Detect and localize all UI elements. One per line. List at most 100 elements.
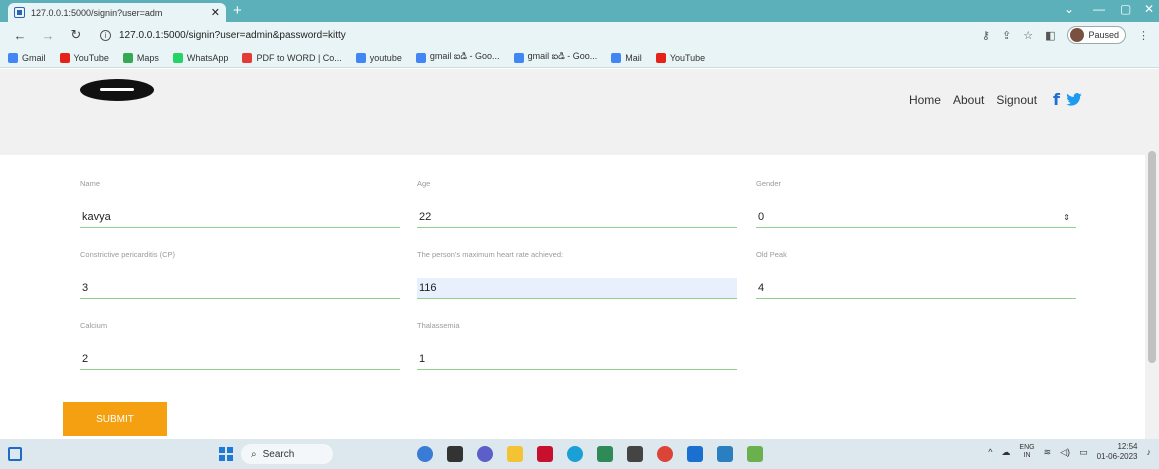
scrollbar-thumb[interactable] <box>1148 151 1156 363</box>
forward-icon[interactable]: → <box>40 28 56 43</box>
bookmark-star-icon[interactable]: ☆ <box>1023 29 1033 42</box>
cp-input[interactable]: 3 <box>80 278 400 299</box>
select-arrows-icon[interactable]: ⇕ <box>1063 213 1070 222</box>
chat-app-icon[interactable] <box>477 446 493 462</box>
clock[interactable]: 12:54 01-06-2023 <box>1097 442 1138 462</box>
volume-icon[interactable]: ◁) <box>1060 447 1070 458</box>
back-icon[interactable]: ← <box>12 28 28 43</box>
gender-label: Gender <box>756 179 782 188</box>
menu-kebab-icon[interactable]: ⋮ <box>1138 29 1149 42</box>
minimize-icon[interactable]: — <box>1093 2 1105 16</box>
submit-button[interactable]: SUBMIT <box>63 402 167 436</box>
mail-app-icon[interactable] <box>687 446 703 462</box>
cp-label: Constrictive pericarditis (CP) <box>80 250 176 259</box>
profile-button[interactable]: Paused <box>1067 26 1126 44</box>
twitter-icon[interactable] <box>1065 92 1083 107</box>
camera-app-icon[interactable] <box>597 446 613 462</box>
age-input[interactable]: 22 <box>417 207 737 228</box>
avatar <box>1070 28 1085 42</box>
widgets-icon[interactable] <box>8 447 22 461</box>
browser-tab[interactable]: 127.0.0.1:5000/signin?user=adm ✕ <box>8 3 226 22</box>
side-panel-icon[interactable]: ◧ <box>1045 29 1055 42</box>
max-hr-input[interactable]: 116 <box>417 278 737 299</box>
bookmark-item[interactable]: YouTube <box>59 52 109 63</box>
bookmark-item[interactable]: Mail <box>611 52 642 63</box>
reload-icon[interactable]: ↻ <box>68 27 84 43</box>
edge-browser-icon[interactable] <box>567 446 583 462</box>
bookmark-label: gmail ఐడి - Goo... <box>527 51 598 61</box>
bookmark-favicon-icon <box>513 52 524 63</box>
start-windows-icon[interactable] <box>219 447 233 461</box>
window-close-icon[interactable]: ✕ <box>1144 2 1154 16</box>
bookmark-favicon-icon <box>415 52 426 63</box>
bookmark-favicon-icon <box>172 52 183 63</box>
bookmark-favicon-icon <box>59 52 70 63</box>
bookmark-item[interactable]: YouTube <box>655 52 706 63</box>
bookmark-favicon-icon <box>355 52 366 63</box>
nav-about-link[interactable]: About <box>953 93 984 107</box>
age-label: Age <box>417 179 431 188</box>
max-hr-label: The person's maximum heart rate achieved… <box>417 250 564 259</box>
bookmark-item[interactable]: WhatsApp <box>172 52 229 63</box>
bookmark-favicon-icon <box>122 52 133 63</box>
facebook-icon[interactable]: f <box>1053 90 1060 109</box>
toolbar-actions: ⚷ ⇪ ☆ ◧ Paused ⋮ <box>982 26 1149 44</box>
bookmark-label: YouTube <box>669 52 706 63</box>
maximize-icon[interactable]: ▢ <box>1120 2 1131 16</box>
bookmark-item[interactable]: Gmail <box>8 52 46 63</box>
key-icon[interactable]: ⚷ <box>982 29 990 42</box>
old-peak-field-group: Old Peak 4 <box>756 250 1076 299</box>
bookmark-label: PDF to WORD | Co... <box>256 52 342 63</box>
share-icon[interactable]: ⇪ <box>1002 29 1011 42</box>
notifications-icon[interactable]: ♪ <box>1147 447 1152 457</box>
onedrive-icon[interactable]: ☁ <box>1001 447 1010 458</box>
calcium-input[interactable]: 2 <box>80 349 400 370</box>
gender-select[interactable]: 0 ⇕ <box>756 207 1076 228</box>
bookmark-label: Maps <box>136 52 159 63</box>
bookmark-label: youtube <box>369 52 402 63</box>
bookmark-favicon-icon <box>8 52 18 63</box>
browser-toolbar: ← → ↻ i 127.0.0.1:5000/signin?user=admin… <box>0 22 1159 48</box>
bookmark-item[interactable]: Maps <box>122 52 159 63</box>
paint-app-icon[interactable] <box>747 446 763 462</box>
bookmark-item[interactable]: gmail ఐడి - Goo... <box>415 51 500 64</box>
taskbar-search[interactable]: ⌕ Search <box>241 444 333 464</box>
task-view-icon[interactable] <box>447 446 463 462</box>
name-label: Name <box>80 179 101 188</box>
store-app-icon[interactable] <box>627 446 643 462</box>
photos-app-icon[interactable] <box>717 446 733 462</box>
calcium-field-group: Calcium 2 <box>80 321 400 370</box>
language-indicator[interactable]: ENG IN <box>1019 444 1034 460</box>
bookmark-label: WhatsApp <box>186 52 229 63</box>
page-scrollbar[interactable] <box>1145 69 1159 439</box>
bookmark-item[interactable]: youtube <box>355 52 402 63</box>
name-input[interactable]: kavya <box>80 207 400 228</box>
name-field-group: Name kavya <box>80 179 400 228</box>
wifi-icon[interactable]: ≋ <box>1044 447 1052 458</box>
site-favicon-icon <box>14 7 25 18</box>
bookmark-label: Gmail <box>22 52 46 63</box>
bookmark-label: YouTube <box>73 52 109 63</box>
thal-label: Thalassemia <box>417 321 460 330</box>
tab-close-icon[interactable]: ✕ <box>211 6 220 19</box>
chrome-browser-icon[interactable] <box>657 446 673 462</box>
tab-search-chevron-icon[interactable]: ⌄ <box>1064 2 1074 16</box>
tray-chevron-icon[interactable]: ^ <box>988 447 992 457</box>
nav-home-link[interactable]: Home <box>909 93 941 107</box>
new-tab-icon[interactable]: + <box>233 2 242 19</box>
search-icon: ⌕ <box>251 448 257 460</box>
old-peak-input[interactable]: 4 <box>756 278 1076 299</box>
site-info-icon[interactable]: i <box>100 29 111 41</box>
battery-icon[interactable]: ▭ <box>1079 447 1088 458</box>
max-hr-field-group: The person's maximum heart rate achieved… <box>417 250 737 299</box>
bookmark-item[interactable]: PDF to WORD | Co... <box>242 52 342 63</box>
bookmark-item[interactable]: gmail ఐడి - Goo... <box>513 51 598 64</box>
thal-input[interactable]: 1 <box>417 349 737 370</box>
tab-title: 127.0.0.1:5000/signin?user=adm <box>31 7 163 18</box>
nav-signout-link[interactable]: Signout <box>996 93 1037 107</box>
copilot-app-icon[interactable] <box>417 446 433 462</box>
mcafee-icon[interactable] <box>537 446 553 462</box>
file-explorer-icon[interactable] <box>507 446 523 462</box>
address-bar[interactable]: i 127.0.0.1:5000/signin?user=admin&passw… <box>100 25 930 45</box>
site-logo[interactable] <box>80 79 154 101</box>
